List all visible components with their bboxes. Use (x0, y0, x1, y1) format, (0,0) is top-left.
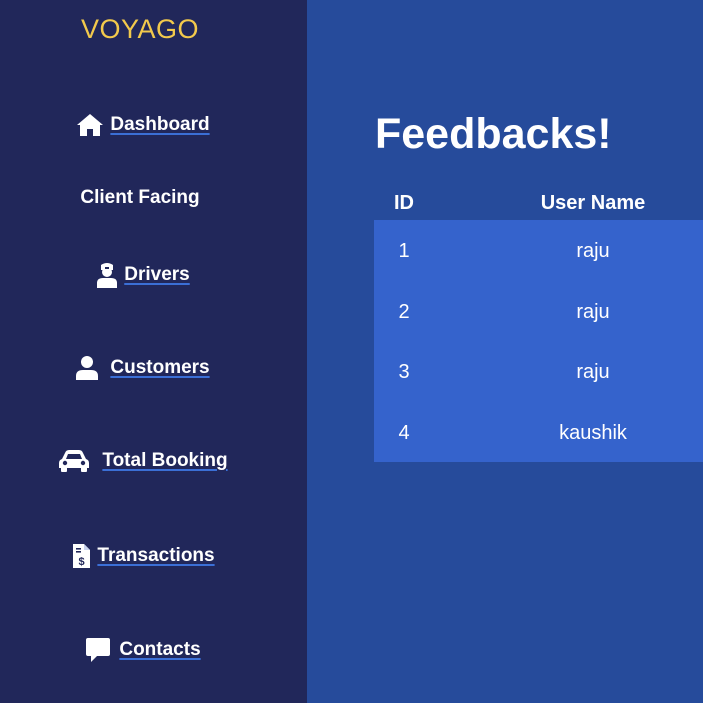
cell-id: 1 (398, 240, 410, 262)
nav-customers-label: Customers (110, 357, 210, 378)
column-header-user-name: User Name (540, 192, 646, 214)
nav-total-booking-label: Total Booking (102, 450, 228, 471)
nav-drivers-label: Drivers (124, 264, 190, 285)
feedback-table-header: ID User Name (374, 192, 703, 220)
receipt-dollar-icon: $ (71, 543, 91, 569)
section-title-client-facing: Client Facing (80, 187, 200, 208)
brand-logo-text[interactable]: VOYAGO (0, 14, 280, 45)
nav-transactions-label: Transactions (97, 545, 215, 566)
cell-user-name: kaushik (559, 421, 627, 444)
nav-total-booking[interactable]: Total Booking (0, 449, 286, 473)
table-row[interactable]: 4 kaushik (374, 402, 703, 463)
sidebar: VOYAGO Dashboard Client Facing Drivers C… (0, 0, 307, 703)
cell-id: 4 (398, 421, 410, 444)
cell-id: 3 (398, 361, 410, 383)
driver-icon (96, 262, 118, 288)
car-icon (58, 449, 90, 473)
nav-dashboard[interactable]: Dashboard (0, 112, 286, 138)
nav-contacts-label: Contacts (119, 639, 201, 660)
cell-user-name: raju (576, 361, 610, 383)
user-icon (76, 355, 99, 381)
nav-drivers[interactable]: Drivers (0, 262, 286, 288)
cell-id: 2 (398, 300, 410, 323)
nav-dashboard-label: Dashboard (110, 114, 210, 135)
page-title: Feedbacks! (375, 110, 612, 158)
svg-text:$: $ (79, 556, 85, 568)
cell-user-name: raju (576, 300, 610, 323)
comment-icon (85, 637, 111, 663)
table-row[interactable]: 2 raju (374, 281, 703, 342)
column-header-id: ID (394, 192, 414, 214)
cell-user-name: raju (576, 240, 610, 262)
nav-customers[interactable]: Customers (0, 355, 286, 381)
app-root: VOYAGO Dashboard Client Facing Drivers C… (0, 0, 703, 703)
home-icon (76, 112, 104, 138)
feedback-table-body: 1 raju 2 raju 3 raju 4 kaushik (374, 220, 703, 462)
table-row[interactable]: 1 raju (374, 220, 703, 281)
nav-contacts[interactable]: Contacts (0, 637, 286, 663)
table-row[interactable]: 3 raju (374, 341, 703, 402)
nav-transactions[interactable]: $ Transactions (0, 543, 286, 569)
